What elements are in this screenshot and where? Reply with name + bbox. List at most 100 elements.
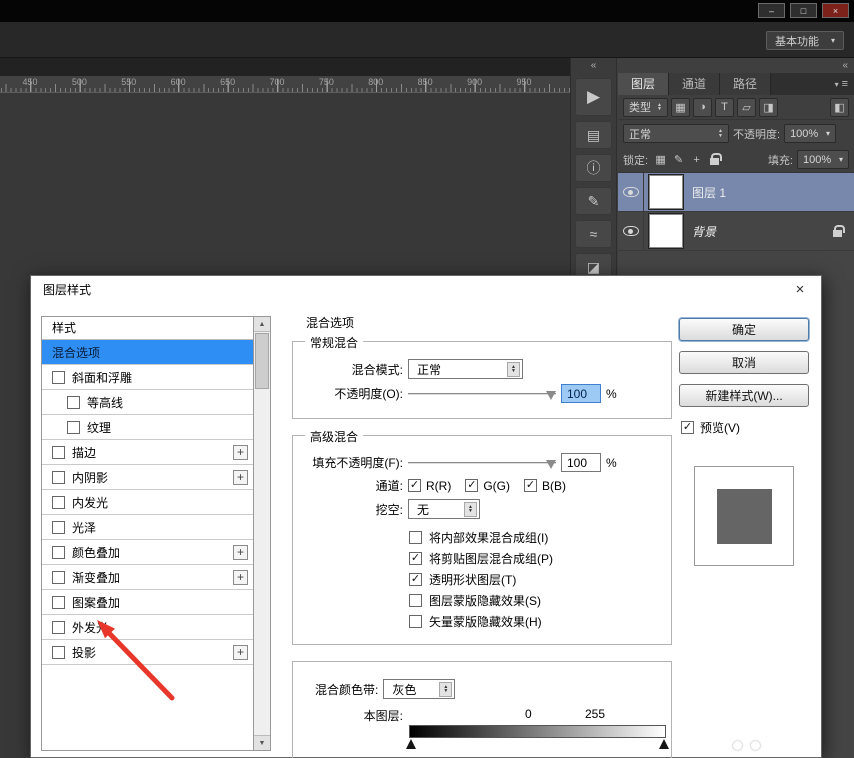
add-effect-button[interactable]: + (233, 570, 248, 585)
add-effect-button[interactable]: + (233, 645, 248, 660)
filter-type-icon[interactable]: T (715, 98, 734, 117)
blend-option[interactable]: 将内部效果混合成组(I) (409, 527, 661, 548)
collapse-panels-icon[interactable]: « (571, 58, 616, 73)
style-checkbox[interactable] (52, 546, 65, 559)
channel-checkbox-R(R)[interactable]: ✓R(R) (408, 479, 451, 493)
style-item-混合选项[interactable]: 混合选项 (42, 340, 253, 365)
style-item-投影[interactable]: 投影+ (42, 640, 253, 665)
style-item-label: 光泽 (72, 519, 96, 536)
blending-options-panel: 混合选项 常规混合 混合模式: 正常 ▲▼ 不透明度(O): (292, 310, 672, 758)
info-panel-icon[interactable]: ⓘ (575, 154, 612, 182)
scroll-up-icon[interactable]: ▲ (254, 317, 270, 332)
restore-button[interactable]: □ (790, 3, 817, 18)
workspace-switcher-button[interactable]: 基本功能 ▾ (766, 31, 844, 50)
style-checkbox[interactable] (67, 421, 80, 434)
panel-tab-路径[interactable]: 路径 (720, 73, 771, 95)
lock-paint-icon[interactable]: ✎ (670, 151, 687, 168)
add-effect-button[interactable]: + (233, 470, 248, 485)
filter-toggle-icon[interactable]: ◧ (830, 98, 849, 117)
channel-checkbox-G(G)[interactable]: ✓G(G) (465, 479, 510, 493)
style-checkbox[interactable] (52, 521, 65, 534)
fill-opacity-input[interactable]: 100 (561, 453, 601, 472)
layer-fill-select[interactable]: 100% ▾ (797, 150, 849, 169)
style-checkbox[interactable] (52, 471, 65, 484)
brush-presets-panel-icon[interactable]: ▤ (575, 121, 612, 149)
collapse-panel-group-icon[interactable]: « (842, 58, 848, 73)
blend-option[interactable]: ✓透明形状图层(T) (409, 569, 661, 590)
blend-option[interactable]: 矢量蒙版隐藏效果(H) (409, 611, 661, 632)
black-point-slider[interactable] (406, 739, 416, 749)
style-item-内阴影[interactable]: 内阴影+ (42, 465, 253, 490)
layer-thumbnail[interactable] (649, 214, 683, 248)
preview-toggle[interactable]: ✓ 预览(V) (679, 419, 809, 436)
dialog-titlebar[interactable]: 图层样式 × (31, 276, 821, 303)
blend-mode-select[interactable]: 正常 ▲▼ (408, 359, 523, 379)
style-checkbox[interactable] (52, 496, 65, 509)
filter-adjustment-icon[interactable]: ◑ (693, 98, 712, 117)
style-item-图案叠加[interactable]: 图案叠加 (42, 590, 253, 615)
layer-row[interactable]: 背景 (618, 212, 854, 251)
lock-all-icon[interactable] (706, 151, 723, 168)
new-style-button[interactable]: 新建样式(W)... (679, 384, 809, 407)
clone-source-panel-icon[interactable]: ≈ (575, 220, 612, 248)
panel-tab-通道[interactable]: 通道 (669, 73, 720, 95)
layer-blend-mode-select[interactable]: 正常 ▲▼ (623, 124, 729, 143)
style-checkbox[interactable] (52, 371, 65, 384)
style-item-颜色叠加[interactable]: 颜色叠加+ (42, 540, 253, 565)
visibility-toggle[interactable] (618, 173, 644, 211)
layer-thumbnail[interactable] (649, 175, 683, 209)
add-effect-button[interactable]: + (233, 445, 248, 460)
add-effect-button[interactable]: + (233, 545, 248, 560)
fill-opacity-slider[interactable] (408, 456, 556, 470)
style-checkbox[interactable] (52, 571, 65, 584)
knockout-select[interactable]: 无 ▲▼ (408, 499, 480, 519)
style-checkbox[interactable] (52, 596, 65, 609)
slider-thumb-icon[interactable] (546, 391, 556, 400)
close-button[interactable]: × (822, 3, 849, 18)
actions-panel-icon[interactable]: ▶ (575, 78, 612, 116)
slider-thumb-icon[interactable] (546, 460, 556, 469)
filter-kind-select[interactable]: 类型 ▲▼ (623, 98, 668, 117)
filter-smart-object-icon[interactable]: ◨ (759, 98, 778, 117)
style-item-等高线[interactable]: 等高线 (42, 390, 253, 415)
style-item-纹理[interactable]: 纹理 (42, 415, 253, 440)
white-point-slider[interactable] (659, 739, 669, 749)
panel-menu-icon: ≡ (842, 78, 848, 90)
style-item-外发光[interactable]: 外发光 (42, 615, 253, 640)
visibility-toggle[interactable] (618, 212, 644, 250)
layer-row[interactable]: 图层 1 (618, 173, 854, 212)
this-layer-high-value: 255 (585, 707, 605, 721)
blend-option[interactable]: ✓将剪贴图层混合成组(P) (409, 548, 661, 569)
tool-presets-panel-icon[interactable]: ✎ (575, 187, 612, 215)
lock-position-icon[interactable]: + (688, 151, 705, 168)
filter-pixel-icon[interactable]: ▦ (671, 98, 690, 117)
cancel-button[interactable]: 取消 (679, 351, 809, 374)
layer-opacity-select[interactable]: 100% ▾ (784, 124, 836, 143)
style-checkbox[interactable] (67, 396, 80, 409)
filter-shape-icon[interactable]: ▱ (737, 98, 756, 117)
dialog-close-icon[interactable]: × (791, 281, 809, 298)
lock-transparency-icon[interactable]: ▦ (652, 151, 669, 168)
minimize-button[interactable]: – (758, 3, 785, 18)
style-item-光泽[interactable]: 光泽 (42, 515, 253, 540)
ok-button[interactable]: 确定 (679, 318, 809, 341)
scroll-down-icon[interactable]: ▼ (254, 735, 270, 750)
style-item-渐变叠加[interactable]: 渐变叠加+ (42, 565, 253, 590)
blend-if-channel-select[interactable]: 灰色 ▲▼ (383, 679, 455, 699)
opacity-slider[interactable] (408, 387, 556, 401)
opacity-input[interactable]: 100 (561, 384, 601, 403)
style-item-描边[interactable]: 描边+ (42, 440, 253, 465)
style-checkbox[interactable] (52, 646, 65, 659)
style-checkbox[interactable] (52, 621, 65, 634)
style-checkbox[interactable] (52, 446, 65, 459)
style-item-斜面和浮雕[interactable]: 斜面和浮雕 (42, 365, 253, 390)
styles-scrollbar[interactable]: ▲ ▼ (253, 317, 270, 750)
channel-checkbox-B(B)[interactable]: ✓B(B) (524, 479, 566, 493)
horizontal-ruler[interactable]: 450500550600650700750800850900950 (0, 76, 570, 93)
panel-tab-图层[interactable]: 图层 (618, 73, 669, 95)
style-item-内发光[interactable]: 内发光 (42, 490, 253, 515)
window-titlebar[interactable]: – □ × (0, 0, 854, 22)
scrollbar-thumb[interactable] (255, 333, 269, 389)
panel-menu[interactable]: ▾ ≡ (835, 73, 854, 95)
blend-option[interactable]: 图层蒙版隐藏效果(S) (409, 590, 661, 611)
